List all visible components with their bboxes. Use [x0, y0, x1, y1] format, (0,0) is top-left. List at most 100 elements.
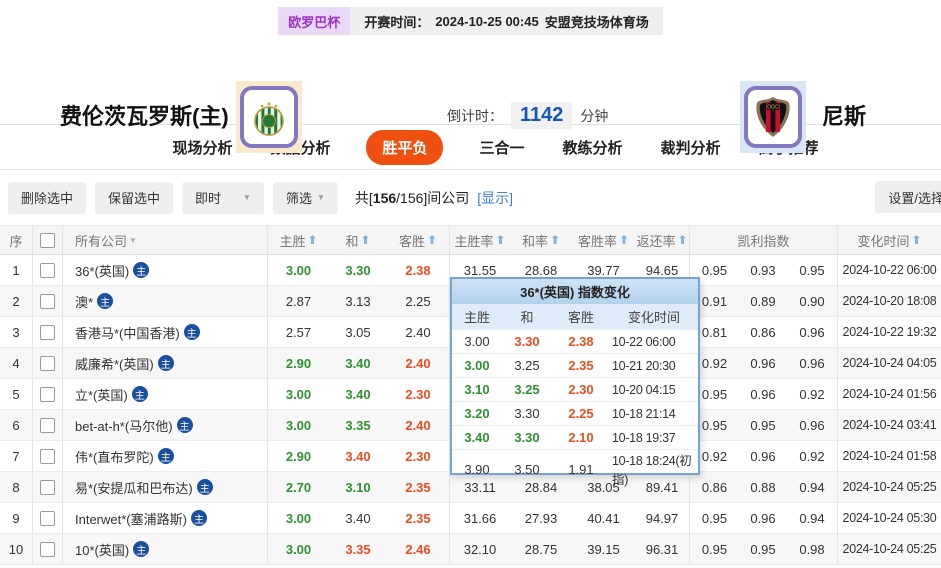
company-cell[interactable]: Interwet*(塞浦路斯) 主 — [63, 503, 268, 533]
kelly-draw: 0.96 — [750, 386, 776, 402]
home-odds[interactable]: 3.00 — [268, 255, 329, 285]
home-odds[interactable]: 3.00 — [268, 410, 329, 440]
away-odds[interactable]: 2.30 — [387, 441, 450, 471]
filter-dropdown[interactable]: 筛选 ▼ — [272, 181, 338, 214]
row-checkbox[interactable] — [40, 262, 55, 278]
countdown-value: 1142 — [511, 102, 573, 129]
home-odds[interactable]: 3.00 — [268, 379, 329, 409]
company-cell[interactable]: 36*(英国) 主 — [63, 255, 268, 285]
change-time: 2024-10-24 05:25 — [842, 542, 937, 556]
col-header-change-time[interactable]: 变化时间 ⬆ — [838, 226, 941, 254]
col-header-away[interactable]: 客胜 ⬆ — [387, 226, 450, 254]
row-checkbox-cell — [33, 379, 63, 409]
company-cell[interactable]: 伟*(直布罗陀) 主 — [63, 441, 268, 471]
row-checkbox[interactable] — [40, 386, 55, 402]
home-odds[interactable]: 2.87 — [268, 286, 329, 316]
row-checkbox[interactable] — [40, 293, 55, 309]
popup-col-header: 变化时间 — [627, 310, 680, 325]
countdown-label: 倒计时： — [447, 107, 503, 124]
away-odds[interactable]: 2.40 — [387, 348, 450, 378]
select-all-checkbox[interactable] — [40, 232, 55, 248]
mode-dropdown[interactable]: 即时 ▼ — [182, 181, 264, 214]
tab-教练分析[interactable]: 教练分析 — [561, 130, 625, 165]
tab-裁判分析[interactable]: 裁判分析 — [659, 130, 723, 165]
away-odds[interactable]: 2.35 — [387, 503, 450, 533]
draw-odds[interactable]: 3.30 — [329, 255, 387, 285]
draw-rate: 27.93 — [524, 510, 558, 526]
row-checkbox[interactable] — [40, 324, 55, 340]
sort-up-icon: ⬆ — [911, 233, 922, 247]
away-odds[interactable]: 2.30 — [387, 379, 450, 409]
popup-row: 3.40 3.30 2.10 10-18 19:37 — [452, 425, 698, 449]
company-name: 澳* — [75, 294, 94, 310]
draw-odds[interactable]: 3.40 — [329, 441, 387, 471]
settings-select-button[interactable]: 设置/选择 — [875, 181, 941, 213]
kelly-away: 0.95 — [787, 255, 838, 285]
col-header-home[interactable]: 主胜 ⬆ — [268, 226, 329, 254]
row-checkbox[interactable] — [40, 355, 55, 371]
table-row: 9 Interwet*(塞浦路斯) 主 3.00 3.40 2.35 31.66 27.93 4… — [0, 503, 941, 534]
home-odds[interactable]: 2.90 — [268, 348, 329, 378]
draw-odds[interactable]: 3.10 — [329, 472, 387, 502]
row-checkbox[interactable] — [40, 510, 55, 526]
draw-odds[interactable]: 3.35 — [329, 410, 387, 440]
home-odds[interactable]: 2.57 — [268, 317, 329, 347]
tab-三合一[interactable]: 三合一 — [477, 130, 526, 165]
keep-selected-button[interactable]: 保留选中 — [95, 181, 174, 214]
row-checkbox[interactable] — [40, 448, 55, 464]
row-checkbox[interactable] — [40, 541, 55, 557]
draw-odds[interactable]: 3.40 — [329, 348, 387, 378]
home-odds[interactable]: 2.90 — [268, 441, 329, 471]
col-header-return-rate[interactable]: 返还率 ⬆ — [635, 226, 690, 254]
away-odds[interactable]: 2.40 — [387, 410, 450, 440]
company-name: 伟*(直布罗陀) — [75, 449, 154, 465]
draw-odds[interactable]: 3.05 — [329, 317, 387, 347]
company-cell[interactable]: 威廉希*(英国) 主 — [63, 348, 268, 378]
tab-现场分析[interactable]: 现场分析 — [170, 130, 234, 165]
chevron-down-icon: ▼ — [129, 235, 137, 245]
popup-home-odds: 3.20 — [464, 406, 490, 421]
home-odds[interactable]: 3.00 — [268, 503, 329, 533]
popup-change-time: 10-21 20:30 — [612, 358, 676, 373]
home-odds[interactable]: 3.00 — [268, 534, 329, 564]
company-cell[interactable]: 澳* 主 — [63, 286, 268, 316]
draw-odds[interactable]: 3.13 — [329, 286, 387, 316]
away-odds[interactable]: 2.38 — [387, 255, 450, 285]
company-cell[interactable]: 10*(英国) 主 — [63, 534, 268, 564]
company-cell[interactable]: 香港马*(中国香港) 主 — [63, 317, 268, 347]
show-link[interactable]: [显示] — [477, 190, 513, 206]
col-header-company[interactable]: 所有公司 ▼ — [63, 226, 268, 254]
row-checkbox[interactable] — [40, 479, 55, 495]
draw-odds[interactable]: 3.35 — [329, 534, 387, 564]
popup-draw-odds: 3.30 — [514, 406, 540, 421]
away-odds[interactable]: 2.35 — [387, 472, 450, 502]
col-header-home-rate[interactable]: 主胜率 ⬆ — [450, 226, 510, 254]
company-cell[interactable]: 易*(安提瓜和巴布达) 主 — [63, 472, 268, 502]
away-odds[interactable]: 2.46 — [387, 534, 450, 564]
row-checkbox[interactable] — [40, 417, 55, 433]
away-odds[interactable]: 2.25 — [387, 286, 450, 316]
change-time: 2024-10-22 19:32 — [842, 325, 937, 339]
delete-selected-button[interactable]: 删除选中 — [8, 181, 87, 214]
kickoff-time: 2024-10-25 00:45 — [435, 13, 539, 29]
kelly-draw: 0.96 — [750, 355, 776, 371]
col-header-away-rate[interactable]: 客胜率 ⬆ — [572, 226, 635, 254]
change-time: 2024-10-24 01:56 — [842, 387, 937, 401]
kelly-draw: 0.88 — [750, 479, 776, 495]
popup-home-odds: 3.00 — [464, 358, 490, 373]
company-cell[interactable]: 立*(英国) 主 — [63, 379, 268, 409]
return-rate: 96.31 — [635, 534, 690, 564]
draw-odds[interactable]: 3.40 — [329, 379, 387, 409]
company-name: Interwet*(塞浦路斯) — [75, 511, 187, 527]
col-header-away-rate-label: 客胜率 — [577, 233, 617, 249]
tab-active-胜平负[interactable]: 胜平负 — [366, 129, 444, 165]
popup-draw-odds: 3.25 — [514, 358, 540, 373]
company-cell[interactable]: bet-at-h*(马尔他) 主 — [63, 410, 268, 440]
home-odds[interactable]: 2.70 — [268, 472, 329, 502]
venue: 安盟竞技场体育场 — [544, 14, 649, 30]
league-badge[interactable]: 欧罗巴杯 — [278, 7, 351, 35]
col-header-draw[interactable]: 和 ⬆ — [329, 226, 387, 254]
draw-odds[interactable]: 3.40 — [329, 503, 387, 533]
col-header-draw-rate[interactable]: 和率 ⬆ — [510, 226, 572, 254]
away-odds[interactable]: 2.40 — [387, 317, 450, 347]
